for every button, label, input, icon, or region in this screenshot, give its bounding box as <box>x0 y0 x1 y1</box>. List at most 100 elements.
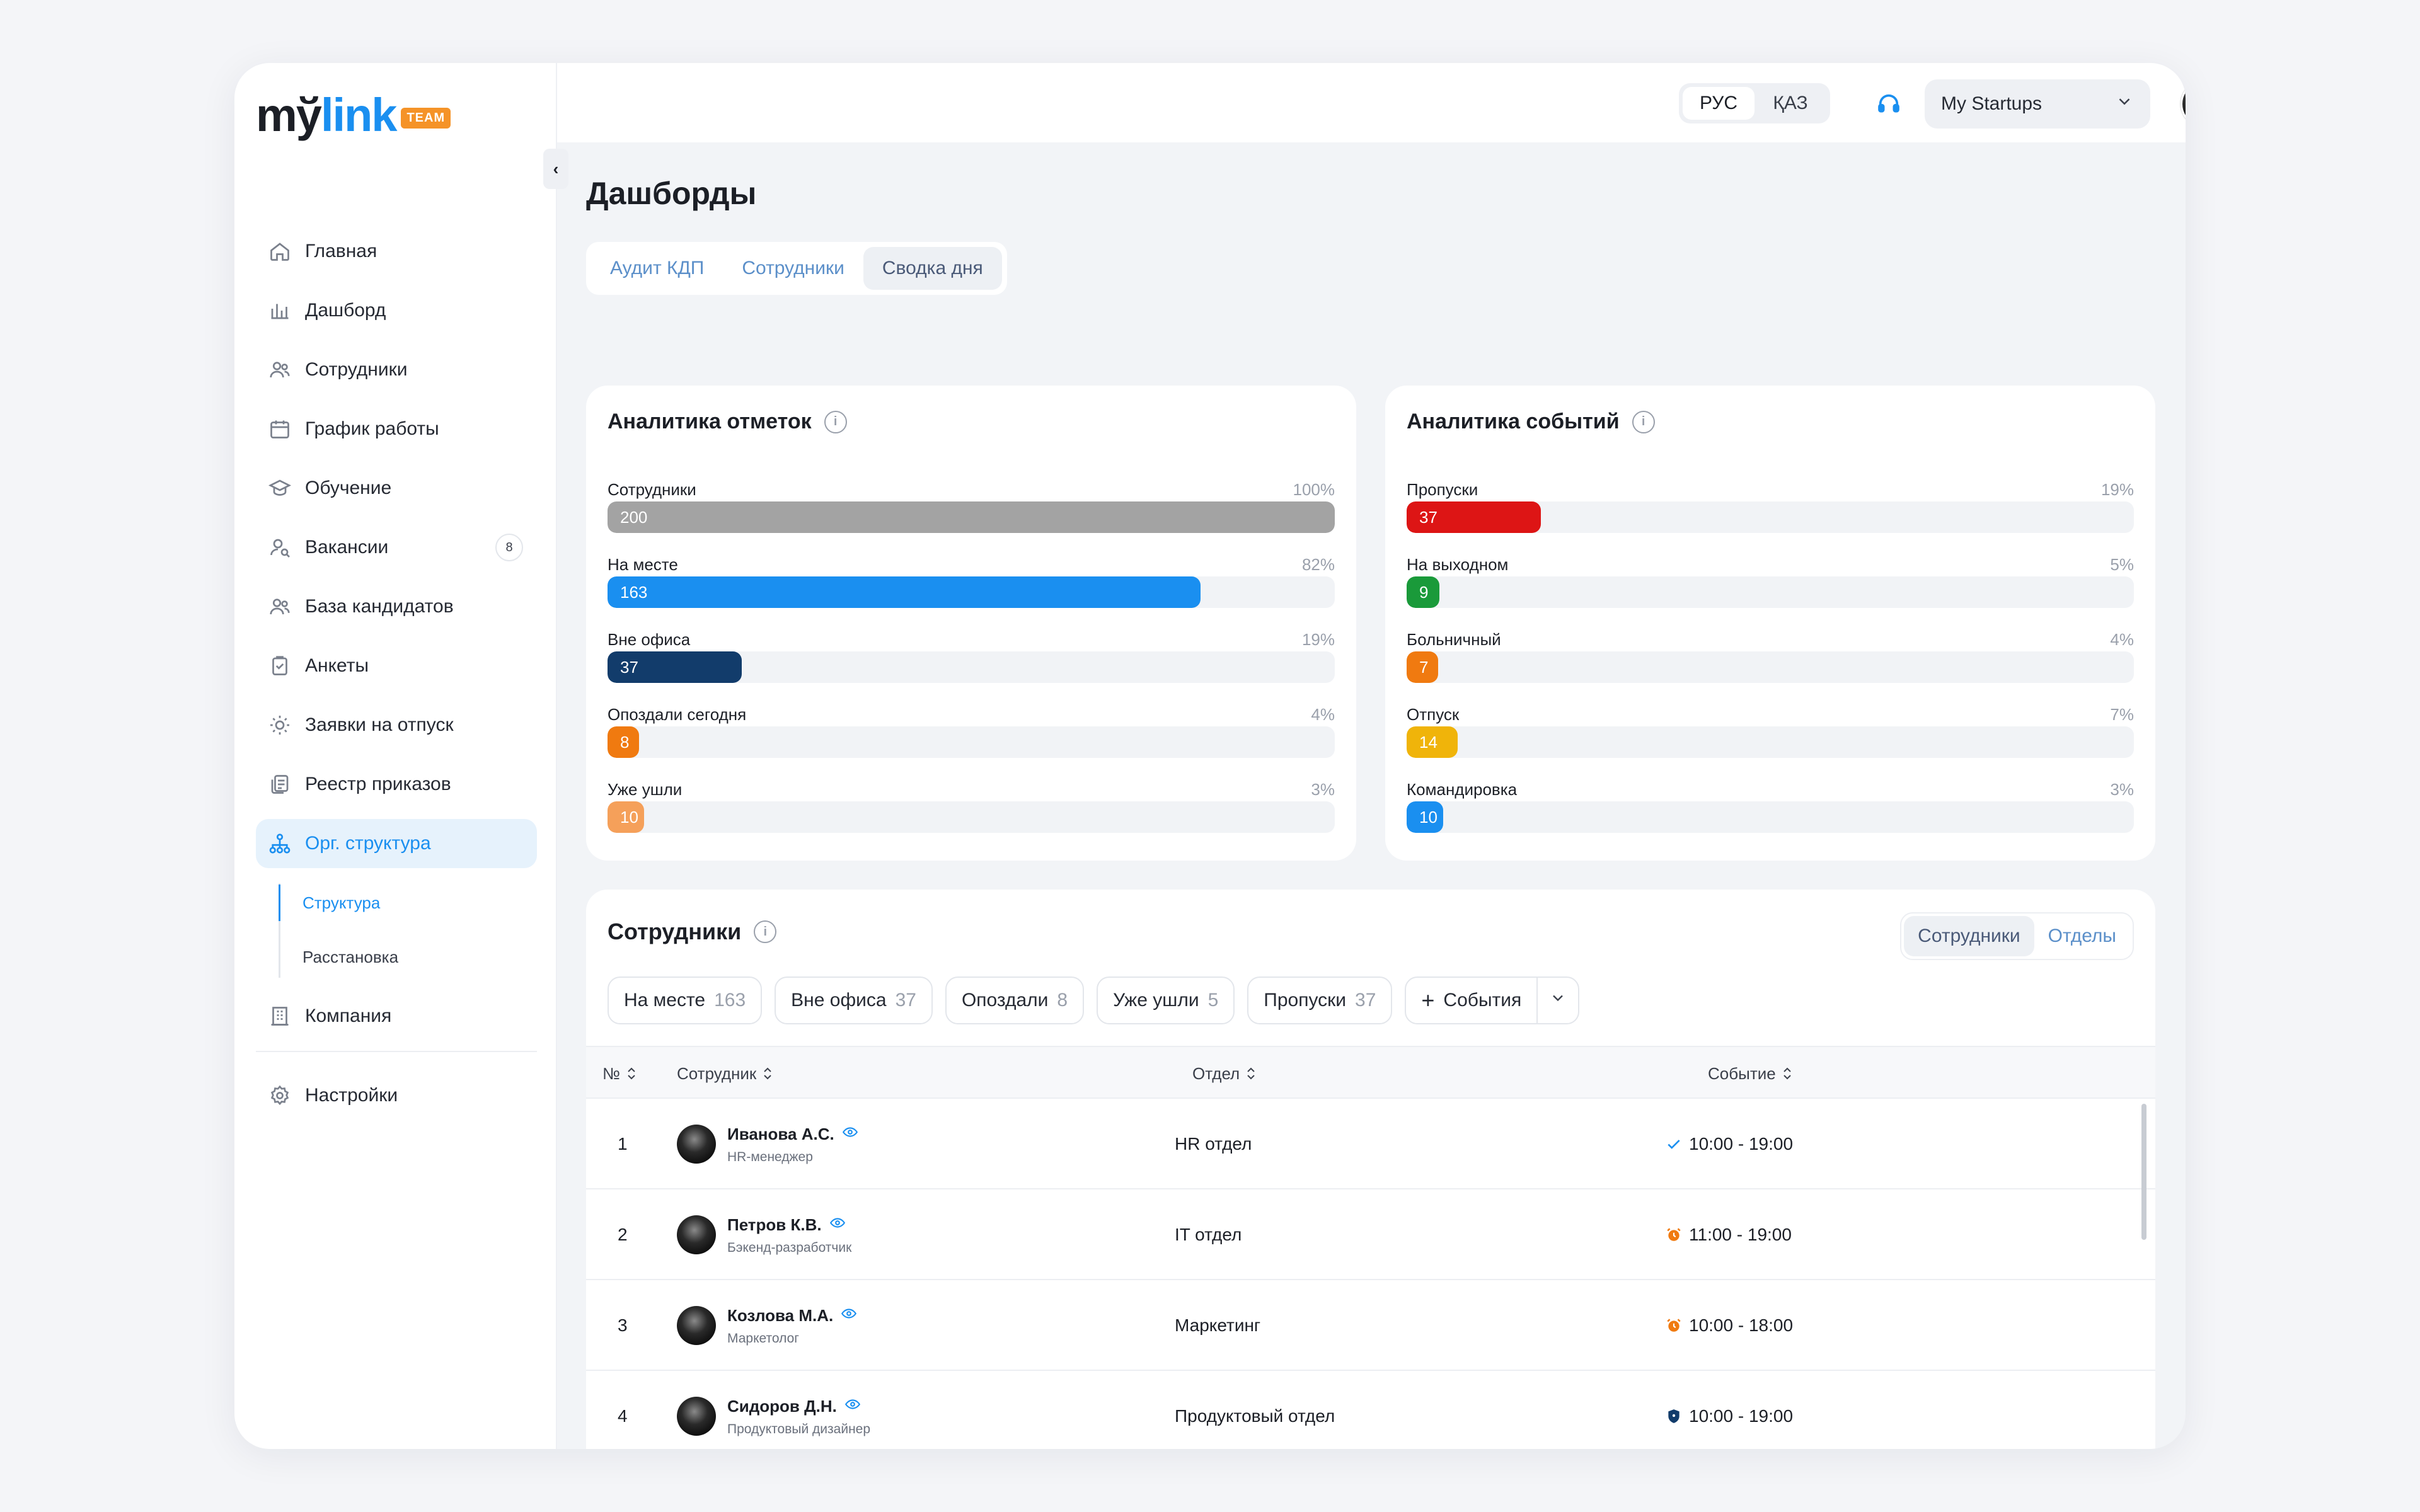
bar-percent: 19% <box>1301 630 1335 649</box>
marks-analytics-title: Аналитика отметок <box>608 410 812 433</box>
employee-avatar[interactable] <box>677 1306 716 1345</box>
users-icon <box>267 357 292 382</box>
sidebar-item-label: Обучение <box>305 478 392 498</box>
employee-avatar[interactable] <box>677 1215 716 1254</box>
bar-value: 37 <box>620 657 638 677</box>
employee-role: HR-менеджер <box>727 1149 813 1164</box>
eye-icon[interactable] <box>829 1215 846 1235</box>
employee-name[interactable]: Петров К.В. <box>727 1215 851 1235</box>
bar-row: Отпуск 7% 14 <box>1407 705 2134 780</box>
company-select[interactable]: My Startups <box>1925 79 2150 129</box>
plus-icon: + <box>1421 987 1435 1013</box>
table-scrollbar[interactable] <box>2141 1104 2146 1240</box>
sidebar-item-forms[interactable]: Анкеты <box>256 641 537 690</box>
sidebar-item-employees[interactable]: Сотрудники <box>256 345 537 394</box>
events-filter-label: События <box>1443 990 1522 1011</box>
vacancies-count-badge: 8 <box>495 534 523 561</box>
sort-icon <box>1246 1066 1256 1081</box>
sidebar-item-dashboard[interactable]: Дашборд <box>256 286 537 335</box>
sidebar-item-home[interactable]: Главная <box>256 227 537 276</box>
check-icon <box>1665 1135 1683 1153</box>
sidebar-item-company[interactable]: Компания <box>256 992 537 1041</box>
sidebar-divider <box>256 1051 537 1052</box>
sidebar-item-settings[interactable]: Настройки <box>256 1071 537 1120</box>
filter-chip-late[interactable]: Опоздали 8 <box>945 976 1085 1024</box>
column-header-event[interactable]: Событие <box>1708 1047 1792 1100</box>
sidebar-item-vacancies[interactable]: Вакансии 8 <box>256 523 537 572</box>
sidebar-item-label: Компания <box>305 1005 392 1026</box>
bar-track: 200 <box>608 501 1335 533</box>
filter-chips: На месте 163 Вне офиса 37 Опоздали 8 Уже уш… <box>608 976 1592 1024</box>
tab-employees[interactable]: Сотрудники <box>723 247 863 290</box>
chevron-left-icon: ‹ <box>553 159 559 178</box>
bar-percent: 5% <box>2110 555 2134 574</box>
lang-option-kz[interactable]: ҚАЗ <box>1754 87 1826 120</box>
column-header-number[interactable]: № <box>602 1047 637 1100</box>
employee-name[interactable]: Сидоров Д.Н. <box>727 1396 870 1417</box>
sidebar: mўlink TEAM ‹ Главная Дашборд Сотрудники… <box>234 63 568 1449</box>
filter-chip-out-of-office[interactable]: Вне офиса 37 <box>775 976 933 1024</box>
employee-avatar[interactable] <box>677 1397 716 1436</box>
view-departments-button[interactable]: Отделы <box>2034 916 2130 956</box>
info-icon[interactable]: i <box>824 410 847 433</box>
collapse-sidebar-button[interactable]: ‹ <box>543 149 568 189</box>
filter-chip-left[interactable]: Уже ушли 5 <box>1097 976 1235 1024</box>
lang-option-ru[interactable]: РУС <box>1683 87 1754 120</box>
sidebar-item-schedule[interactable]: График работы <box>256 404 537 454</box>
department-cell: HR отдел <box>1175 1134 1252 1154</box>
bar-fill: 7 <box>1407 651 1438 683</box>
view-employees-button[interactable]: Сотрудники <box>1904 916 2034 956</box>
card-title: Аналитика отметок i <box>608 410 847 434</box>
event-time: 10:00 - 18:00 <box>1689 1315 1794 1335</box>
table-row[interactable]: 3 Козлова М.А. Маркетолог Маркетинг 10:00 - … <box>586 1280 2155 1371</box>
sidebar-item-candidates[interactable]: База кандидатов <box>256 582 537 631</box>
sidebar-item-vacation-requests[interactable]: Заявки на отпуск <box>256 701 537 750</box>
documents-icon <box>267 772 292 797</box>
sidebar-item-orders-registry[interactable]: Реестр приказов <box>256 760 537 809</box>
bar-row: На выходном 5% 9 <box>1407 555 2134 630</box>
sidebar-subitem-structure[interactable]: Структура <box>279 876 537 930</box>
column-label: № <box>602 1063 620 1083</box>
table-row[interactable]: 4 Сидоров Д.Н. Продуктовый дизайнер Продукт… <box>586 1371 2155 1449</box>
info-icon[interactable]: i <box>1632 410 1655 433</box>
sidebar-subitem-placement[interactable]: Расстановка <box>279 930 537 984</box>
sidebar-item-org-structure[interactable]: Орг. структура <box>256 819 537 868</box>
employee-cell: Козлова М.А. Маркетолог <box>677 1280 857 1371</box>
events-analytics-title: Аналитика событий <box>1407 410 1620 433</box>
support-headset-icon[interactable] <box>1873 88 1904 120</box>
user-avatar[interactable] <box>2181 81 2186 127</box>
info-icon[interactable]: i <box>754 920 777 943</box>
bar-value: 10 <box>620 807 638 827</box>
chip-count: 163 <box>714 990 746 1011</box>
column-header-employee[interactable]: Сотрудник <box>677 1047 773 1100</box>
row-number: 1 <box>618 1134 628 1154</box>
sidebar-item-training[interactable]: Обучение <box>256 464 537 513</box>
org-structure-subnav: Структура Расстановка <box>279 876 537 984</box>
bar-track: 163 <box>608 576 1335 608</box>
tab-kdp-audit[interactable]: Аудит КДП <box>591 247 723 290</box>
eye-icon[interactable] <box>842 1124 858 1145</box>
logo[interactable]: mўlink TEAM <box>256 81 451 150</box>
employee-info: Козлова М.А. Маркетолог <box>727 1305 857 1346</box>
page-title: Дашборды <box>586 176 757 211</box>
table-row[interactable]: 2 Петров К.В. Бэкенд-разработчик IT отдел 11… <box>586 1189 2155 1280</box>
events-dropdown-button[interactable] <box>1538 989 1578 1012</box>
filter-chip-on-site[interactable]: На месте 163 <box>608 976 763 1024</box>
bar-percent: 19% <box>2100 480 2134 499</box>
tab-daily-summary[interactable]: Сводка дня <box>863 247 1002 290</box>
column-header-department[interactable]: Отдел <box>1192 1047 1256 1100</box>
employee-name[interactable]: Козлова М.А. <box>727 1305 857 1326</box>
employee-name[interactable]: Иванова А.С. <box>727 1124 858 1145</box>
eye-icon[interactable] <box>844 1396 861 1417</box>
filter-chip-absences[interactable]: Пропуски 37 <box>1247 976 1393 1024</box>
department-cell: IT отдел <box>1175 1225 1242 1244</box>
table-row[interactable]: 1 Иванова А.С. HR-менеджер HR отдел 10:00 - … <box>586 1099 2155 1189</box>
employee-avatar[interactable] <box>677 1125 716 1164</box>
bar-value: 14 <box>1419 732 1438 752</box>
app-window: mўlink TEAM ‹ Главная Дашборд Сотрудники… <box>234 63 2186 1449</box>
sidebar-item-label: Вакансии <box>305 537 389 558</box>
eye-icon[interactable] <box>841 1305 857 1326</box>
employees-title: Сотрудники <box>608 919 742 944</box>
events-filter-button[interactable]: + События <box>1406 978 1538 1023</box>
bar-fill: 200 <box>608 501 1335 533</box>
